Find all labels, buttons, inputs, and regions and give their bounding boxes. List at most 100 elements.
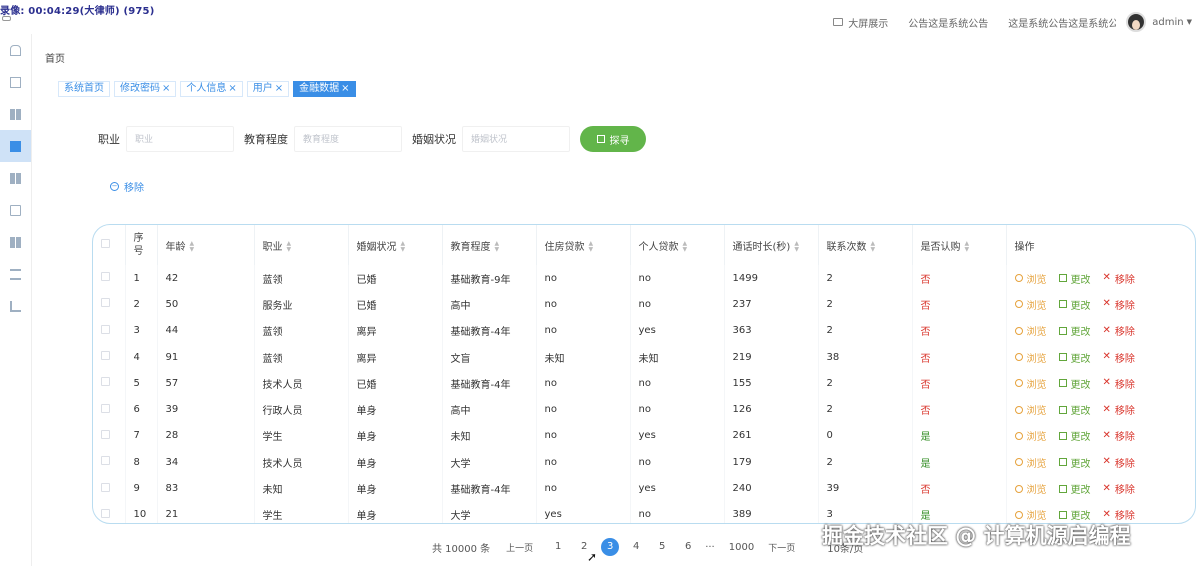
delete-button[interactable]: ✕ 移除 bbox=[1103, 297, 1135, 312]
sidebar-item-list[interactable] bbox=[0, 258, 31, 290]
sort-icon[interactable]: ▲ ▼ bbox=[589, 240, 594, 253]
delete-button[interactable]: ✕ 移除 bbox=[1103, 350, 1135, 365]
column-header[interactable]: 是否认购 ▲ ▼ bbox=[912, 225, 1007, 265]
page-button[interactable]: 1 bbox=[549, 538, 567, 556]
sort-icon[interactable]: ▲ ▼ bbox=[495, 240, 500, 253]
row-checkbox[interactable] bbox=[101, 482, 110, 492]
row-checkbox[interactable] bbox=[101, 429, 110, 439]
avatar[interactable] bbox=[1126, 12, 1147, 32]
row-checkbox[interactable] bbox=[101, 508, 110, 518]
sidebar-item-chart[interactable] bbox=[0, 290, 31, 322]
row-checkbox[interactable] bbox=[101, 272, 110, 282]
tab-users[interactable]: 用户 × bbox=[246, 81, 290, 97]
table-row[interactable]: 1 42 蓝领 已婚 基础教育-9年 no no 1499 2 否浏览 更改 ✕ 移除 bbox=[93, 265, 1195, 292]
delete-button[interactable]: ✕ 移除 bbox=[1103, 455, 1135, 470]
sort-icon[interactable]: ▲ ▼ bbox=[965, 240, 970, 253]
sort-icon[interactable]: ▲ ▼ bbox=[794, 240, 799, 253]
close-icon[interactable]: × bbox=[162, 81, 170, 97]
marital-input[interactable]: 婚姻状况 bbox=[462, 126, 570, 152]
table-row[interactable]: 3 44 蓝领 离异 基础教育-4年 no yes 363 2 否浏览 更改 ✕ 移除 bbox=[93, 317, 1195, 344]
view-button[interactable]: 浏览 bbox=[1014, 323, 1047, 338]
sidebar-item-clipboard[interactable] bbox=[0, 194, 31, 226]
table-row[interactable]: 9 83 未知 单身 基础教育-4年 no yes 240 39 否浏览 更改 ✕ 移除 bbox=[93, 475, 1195, 502]
edit-button[interactable]: 更改 bbox=[1058, 350, 1091, 365]
more-pages[interactable]: ··· bbox=[705, 542, 715, 553]
next-page-button[interactable]: 下一页 bbox=[768, 541, 795, 554]
page-button[interactable]: 5 bbox=[653, 538, 671, 556]
column-header[interactable]: 婚姻状况 ▲ ▼ bbox=[348, 225, 443, 265]
column-header[interactable]: 通话时长(秒) ▲ ▼ bbox=[724, 225, 819, 265]
view-button[interactable]: 浏览 bbox=[1014, 402, 1047, 417]
delete-button[interactable]: ✕ 移除 bbox=[1103, 271, 1135, 286]
table-row[interactable]: 5 57 技术人员 已婚 基础教育-4年 no no 155 2 否浏览 更改 ✕ 移除 bbox=[93, 370, 1195, 397]
edit-button[interactable]: 更改 bbox=[1058, 323, 1091, 338]
sidebar-item-finance[interactable] bbox=[0, 130, 31, 162]
prev-page-button[interactable]: 上一页 bbox=[506, 541, 533, 554]
close-icon[interactable]: × bbox=[275, 81, 283, 97]
edit-button[interactable]: 更改 bbox=[1058, 376, 1091, 391]
column-header[interactable]: 住房贷款 ▲ ▼ bbox=[536, 225, 631, 265]
edit-button[interactable]: 更改 bbox=[1058, 455, 1091, 470]
view-button[interactable]: 浏览 bbox=[1014, 455, 1047, 470]
view-button[interactable]: 浏览 bbox=[1014, 481, 1047, 496]
sort-icon[interactable]: ▲ ▼ bbox=[683, 240, 688, 253]
close-icon[interactable]: × bbox=[228, 81, 236, 97]
column-header[interactable]: 年龄 ▲ ▼ bbox=[157, 225, 255, 265]
view-button[interactable]: 浏览 bbox=[1014, 376, 1047, 391]
page-button-current[interactable]: 3 bbox=[601, 538, 620, 556]
sidebar-item-apps[interactable] bbox=[0, 162, 31, 194]
sidebar-item-home[interactable] bbox=[0, 34, 31, 66]
delete-button[interactable]: ✕ 移除 bbox=[1103, 402, 1135, 417]
sidebar-item-panel[interactable] bbox=[0, 66, 31, 98]
view-button[interactable]: 浏览 bbox=[1014, 297, 1047, 312]
breadcrumb[interactable]: 首页 bbox=[45, 50, 65, 65]
sidebar-item-grid[interactable] bbox=[0, 98, 31, 130]
tab-system-home[interactable]: 系统首页 bbox=[58, 81, 110, 97]
table-row[interactable]: 2 50 服务业 已婚 高中 no no 237 2 否浏览 更改 ✕ 移除 bbox=[93, 291, 1195, 318]
page-button[interactable]: 4 bbox=[627, 538, 645, 556]
table-row[interactable]: 7 28 学生 单身 未知 no yes 261 0 是浏览 更改 ✕ 移除 bbox=[93, 422, 1195, 450]
page-button[interactable]: 6 bbox=[679, 538, 697, 556]
column-header[interactable]: 职业 ▲ ▼ bbox=[254, 225, 349, 265]
row-checkbox[interactable] bbox=[101, 324, 110, 334]
delete-button[interactable]: ✕ 移除 bbox=[1103, 323, 1135, 338]
row-checkbox[interactable] bbox=[101, 298, 110, 308]
sort-icon[interactable]: ▲ ▼ bbox=[401, 240, 406, 253]
tab-change-password[interactable]: 修改密码 × bbox=[114, 81, 177, 97]
column-header[interactable]: 个人贷款 ▲ ▼ bbox=[630, 225, 725, 265]
delete-button[interactable]: ✕ 移除 bbox=[1103, 481, 1135, 496]
row-checkbox[interactable] bbox=[101, 456, 110, 466]
sort-icon[interactable]: ▲ ▼ bbox=[287, 240, 292, 253]
batch-remove-button[interactable]: − 移除 bbox=[110, 179, 144, 194]
select-all-checkbox[interactable] bbox=[101, 239, 110, 248]
column-header[interactable]: 联系次数 ▲ ▼ bbox=[818, 225, 913, 265]
edit-button[interactable]: 更改 bbox=[1058, 481, 1091, 496]
table-row[interactable]: 8 34 技术人员 单身 大学 no no 179 2 是浏览 更改 ✕ 移除 bbox=[93, 449, 1195, 476]
edit-button[interactable]: 更改 bbox=[1058, 271, 1091, 286]
last-page-button[interactable]: 1000 bbox=[729, 542, 754, 553]
close-icon[interactable]: × bbox=[341, 81, 349, 97]
sort-icon[interactable]: ▲ ▼ bbox=[190, 240, 195, 253]
education-input[interactable]: 教育程度 bbox=[294, 126, 402, 152]
row-checkbox[interactable] bbox=[101, 351, 110, 361]
table-row[interactable]: 4 91 蓝领 离异 文盲 未知 未知 219 38 否浏览 更改 ✕ 移除 bbox=[93, 343, 1195, 371]
delete-button[interactable]: ✕ 移除 bbox=[1103, 428, 1135, 443]
edit-button[interactable]: 更改 bbox=[1058, 402, 1091, 417]
edit-button[interactable]: 更改 bbox=[1058, 428, 1091, 443]
job-input[interactable]: 职业 bbox=[126, 126, 234, 152]
view-button[interactable]: 浏览 bbox=[1014, 428, 1047, 443]
search-button[interactable]: 探寻 bbox=[580, 126, 646, 152]
edit-button[interactable]: 更改 bbox=[1058, 297, 1091, 312]
view-button[interactable]: 浏览 bbox=[1014, 350, 1047, 365]
row-checkbox[interactable] bbox=[101, 403, 110, 413]
row-checkbox[interactable] bbox=[101, 377, 110, 387]
column-header[interactable]: 教育程度 ▲ ▼ bbox=[442, 225, 537, 265]
user-menu[interactable]: admin ▼ bbox=[1152, 17, 1192, 28]
tab-finance-data[interactable]: 金融数据 × bbox=[293, 81, 356, 97]
bigscreen-link[interactable]: 大屏展示 bbox=[833, 15, 888, 30]
view-button[interactable]: 浏览 bbox=[1014, 271, 1047, 286]
table-row[interactable]: 6 39 行政人员 单身 高中 no no 126 2 否浏览 更改 ✕ 移除 bbox=[93, 396, 1195, 423]
sidebar-item-modules[interactable] bbox=[0, 226, 31, 258]
sort-icon[interactable]: ▲ ▼ bbox=[871, 240, 876, 253]
delete-button[interactable]: ✕ 移除 bbox=[1103, 376, 1135, 391]
